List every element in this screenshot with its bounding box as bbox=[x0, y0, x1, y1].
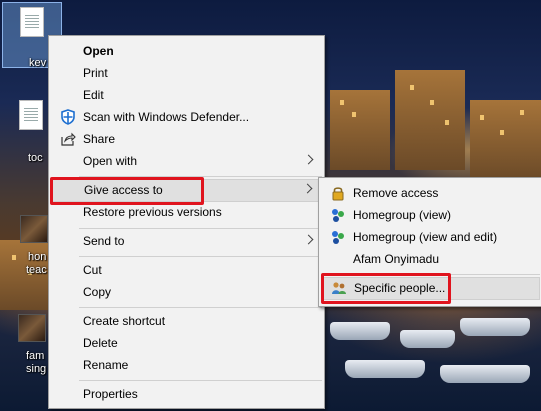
menu-item-label: Properties bbox=[83, 387, 138, 401]
context-menu: Open Print Edit Scan with Windows Defend… bbox=[48, 35, 325, 409]
submenu-item-homegroup-view-edit[interactable]: Homegroup (view and edit) bbox=[321, 227, 540, 248]
submenu-item-label: Remove access bbox=[353, 186, 439, 200]
chevron-right-icon bbox=[303, 154, 314, 165]
menu-item-copy[interactable]: Copy bbox=[51, 282, 322, 303]
document-icon bbox=[20, 7, 44, 37]
menu-item-label: Rename bbox=[83, 358, 129, 372]
highlight-annotation bbox=[50, 177, 204, 205]
menu-item-create-shortcut[interactable]: Create shortcut bbox=[51, 311, 322, 332]
menu-item-label: Print bbox=[83, 66, 108, 80]
menu-item-label: Share bbox=[83, 132, 116, 146]
menu-separator bbox=[79, 380, 322, 381]
submenu-item-user[interactable]: Afam Onyimadu bbox=[321, 249, 540, 270]
menu-item-delete[interactable]: Delete bbox=[51, 333, 322, 354]
menu-item-label: Delete bbox=[83, 336, 118, 350]
chevron-right-icon bbox=[303, 234, 314, 245]
menu-item-share[interactable]: Share bbox=[51, 129, 322, 150]
menu-item-label: Open bbox=[83, 44, 114, 58]
chevron-right-icon bbox=[302, 183, 313, 194]
menu-item-label: Open with bbox=[83, 154, 138, 168]
menu-item-open[interactable]: Open bbox=[51, 41, 322, 62]
submenu-item-remove-access[interactable]: Remove access bbox=[321, 183, 540, 204]
menu-separator bbox=[79, 228, 322, 229]
document-icon bbox=[19, 100, 43, 130]
submenu-item-homegroup-view[interactable]: Homegroup (view) bbox=[321, 205, 540, 226]
submenu-item-label: Afam Onyimadu bbox=[353, 252, 440, 266]
image-thumbnail-icon bbox=[20, 215, 48, 243]
windows-defender-icon bbox=[60, 109, 76, 125]
menu-item-label: Scan with Windows Defender... bbox=[83, 110, 250, 124]
lock-icon bbox=[330, 185, 346, 201]
menu-item-scan-defender[interactable]: Scan with Windows Defender... bbox=[51, 107, 322, 128]
menu-item-label: Send to bbox=[83, 234, 125, 248]
menu-item-send-to[interactable]: Send to bbox=[51, 231, 322, 252]
submenu-item-label: Homegroup (view) bbox=[353, 208, 452, 222]
highlight-annotation bbox=[321, 273, 451, 304]
homegroup-icon bbox=[330, 207, 346, 223]
menu-item-print[interactable]: Print bbox=[51, 63, 322, 84]
menu-item-open-with[interactable]: Open with bbox=[51, 151, 322, 172]
menu-item-label: Edit bbox=[83, 88, 104, 102]
image-thumbnail-icon bbox=[18, 314, 46, 342]
menu-item-label: Cut bbox=[83, 263, 102, 277]
menu-separator bbox=[79, 307, 322, 308]
menu-item-edit[interactable]: Edit bbox=[51, 85, 322, 106]
share-icon bbox=[60, 131, 76, 147]
menu-item-restore-versions[interactable]: Restore previous versions bbox=[51, 202, 322, 223]
menu-item-label: Create shortcut bbox=[83, 314, 166, 328]
submenu-item-label: Homegroup (view and edit) bbox=[353, 230, 498, 244]
menu-item-rename[interactable]: Rename bbox=[51, 355, 322, 376]
menu-item-cut[interactable]: Cut bbox=[51, 260, 322, 281]
menu-item-label: Copy bbox=[83, 285, 112, 299]
menu-separator bbox=[79, 256, 322, 257]
menu-item-label: Restore previous versions bbox=[83, 205, 222, 219]
homegroup-icon bbox=[330, 229, 346, 245]
menu-item-properties[interactable]: Properties bbox=[51, 384, 322, 405]
